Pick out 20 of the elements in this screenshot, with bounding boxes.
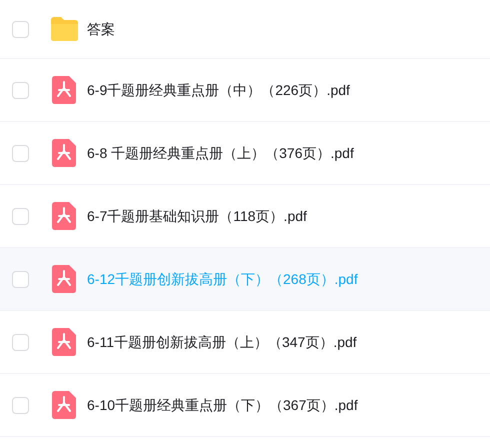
checkbox[interactable]	[12, 396, 29, 414]
file-name[interactable]: 6-7千题册基础知识册（118页）.pdf	[87, 206, 307, 226]
pdf-icon	[52, 139, 76, 167]
pdf-icon	[52, 391, 76, 419]
checkbox[interactable]	[12, 334, 29, 350]
pdf-icon	[52, 202, 76, 230]
checkbox[interactable]	[12, 208, 29, 224]
file-name[interactable]: 6-10千题册经典重点册（下）（367页）.pdf	[87, 394, 358, 416]
pdf-icon	[52, 328, 76, 356]
pdf-icon	[52, 76, 76, 104]
checkbox[interactable]	[12, 144, 29, 162]
file-name[interactable]: 6-8 千题册经典重点册（上）（376页）.pdf	[87, 142, 354, 164]
file-name[interactable]: 6-11千题册创新拔高册（上）（347页）.pdf	[87, 332, 357, 352]
folder-icon	[49, 16, 79, 42]
pdf-icon	[52, 265, 76, 293]
file-name[interactable]: 答案	[87, 18, 115, 40]
checkbox[interactable]	[12, 20, 29, 38]
file-name[interactable]: 6-9千题册经典重点册（中）（226页）.pdf	[87, 80, 350, 100]
checkbox[interactable]	[12, 82, 29, 98]
checkbox[interactable]	[12, 270, 29, 288]
